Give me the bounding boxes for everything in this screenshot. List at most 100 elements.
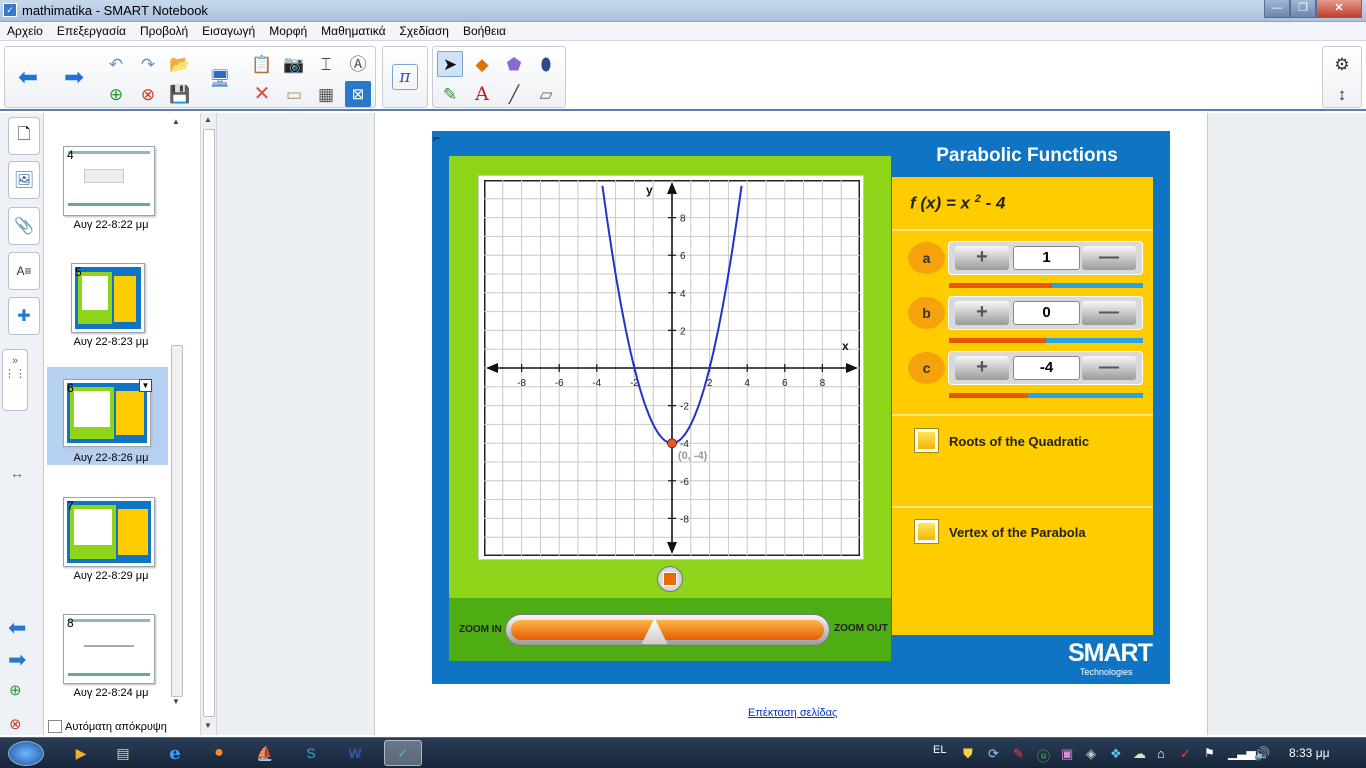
- explorer-icon[interactable]: ▤: [104, 740, 142, 766]
- add-page-icon[interactable]: ⊕: [103, 81, 129, 107]
- roots-checkbox[interactable]: [914, 428, 939, 453]
- forward-arrow-icon[interactable]: ➡: [61, 65, 87, 91]
- screen-icon[interactable]: ▭: [281, 81, 307, 107]
- fill-icon[interactable]: ⬮: [533, 51, 559, 77]
- network-signal-icon[interactable]: ▁▃▅: [1228, 746, 1256, 760]
- slide-5[interactable]: 5 Αυγ 22-8:23 μμ: [47, 263, 175, 365]
- smart-notebook-taskbar-icon[interactable]: ✓: [384, 740, 422, 766]
- line-icon[interactable]: ╱: [501, 81, 527, 107]
- tray-icon-app[interactable]: ▣: [1061, 746, 1073, 762]
- start-button[interactable]: [8, 741, 44, 766]
- volume-icon[interactable]: 🔊: [1254, 746, 1270, 762]
- vertex-checkbox[interactable]: [914, 519, 939, 544]
- menu-insert[interactable]: Εισαγωγή: [202, 24, 255, 38]
- select-cursor-icon[interactable]: ➤: [437, 51, 463, 77]
- menu-draw[interactable]: Σχεδίαση: [400, 24, 449, 38]
- addons-tab[interactable]: ✚: [8, 297, 40, 335]
- param-a-plus-button[interactable]: +: [955, 246, 1009, 270]
- gear-icon[interactable]: ⚙: [1329, 51, 1355, 77]
- page-sorter-tab[interactable]: 🗋: [8, 117, 40, 155]
- scroll-down-icon[interactable]: ▼: [172, 697, 180, 706]
- tray-icon-sync[interactable]: ⟳: [988, 746, 999, 762]
- menu-format[interactable]: Μορφή: [269, 24, 307, 38]
- slide-7[interactable]: 7 Αυγ 22-8:29 μμ: [47, 497, 175, 599]
- slide-menu-dropdown[interactable]: ▼: [139, 379, 152, 392]
- text-icon[interactable]: A: [469, 81, 495, 107]
- screen-capture-icon[interactable]: 📷: [281, 51, 307, 77]
- maximize-button[interactable]: ❐: [1290, 0, 1316, 18]
- param-a-slider[interactable]: [949, 283, 1143, 288]
- param-b-slider[interactable]: [949, 338, 1143, 343]
- param-c-plus-button[interactable]: +: [955, 356, 1009, 380]
- open-folder-icon[interactable]: 📂: [167, 51, 193, 77]
- gallery-tab[interactable]: 🖼: [8, 161, 40, 199]
- undo-icon[interactable]: ↶: [103, 51, 129, 77]
- screen-display-icon[interactable]: 🖥: [207, 65, 233, 91]
- properties-tab[interactable]: A≡: [8, 252, 40, 290]
- grid-toggle-button[interactable]: [657, 566, 683, 592]
- tray-icon-cloud[interactable]: ☁: [1133, 746, 1146, 762]
- param-b-minus-button[interactable]: —: [1082, 301, 1136, 325]
- internet-explorer-icon[interactable]: e: [156, 740, 194, 766]
- app-icon-5[interactable]: ⛵: [246, 740, 284, 766]
- close-button[interactable]: ✕: [1316, 0, 1362, 18]
- action-center-flag-icon[interactable]: ⚑: [1204, 746, 1215, 760]
- attachments-tab[interactable]: 📎: [8, 207, 40, 245]
- move-toolbar-icon[interactable]: ↕: [1329, 81, 1355, 107]
- firefox-icon[interactable]: ●: [200, 740, 238, 766]
- sorter-scroll-thumb[interactable]: [171, 345, 183, 697]
- tray-icon-check[interactable]: ✓: [1180, 746, 1191, 762]
- tray-icon-usb[interactable]: ⌂: [1157, 746, 1165, 761]
- scroll-down-icon[interactable]: ▼: [204, 721, 212, 730]
- fit-page-icon[interactable]: ⊠: [345, 81, 371, 107]
- scroll-up-icon[interactable]: ▲: [204, 115, 212, 124]
- param-b-plus-button[interactable]: +: [955, 301, 1009, 325]
- delete-page-side-icon[interactable]: ⊗: [9, 715, 22, 733]
- resize-arrows-icon[interactable]: ↔: [10, 465, 24, 481]
- redo-icon[interactable]: ↷: [135, 51, 161, 77]
- menu-help[interactable]: Βοήθεια: [463, 24, 506, 38]
- menu-edit[interactable]: Επεξεργασία: [57, 24, 126, 38]
- param-c-slider[interactable]: [949, 393, 1143, 398]
- clock[interactable]: 8:33 μμ: [1289, 746, 1330, 760]
- slide-4[interactable]: 4 Αυγ 22-8:22 μμ: [47, 146, 175, 248]
- eraser-icon[interactable]: ▱: [533, 81, 559, 107]
- language-indicator[interactable]: EL: [933, 744, 946, 756]
- screen-shade-icon[interactable]: ⌶: [313, 51, 339, 77]
- param-a-value[interactable]: 1: [1013, 246, 1080, 270]
- param-c-minus-button[interactable]: —: [1082, 356, 1136, 380]
- menu-math[interactable]: Μαθηματικά: [321, 24, 385, 38]
- word-icon[interactable]: W: [336, 740, 374, 766]
- sorter-scrollbar[interactable]: ▲ ▼: [170, 115, 184, 706]
- tray-icon-shield[interactable]: ⛊: [963, 746, 973, 762]
- back-arrow-icon[interactable]: ⬅: [15, 65, 41, 91]
- previous-page-icon[interactable]: ⬅: [8, 615, 26, 641]
- delete-icon[interactable]: ✕: [249, 81, 275, 107]
- tray-icon-torrent[interactable]: ⓤ: [1037, 746, 1050, 765]
- canvas-scroll-thumb[interactable]: [203, 129, 215, 717]
- scroll-up-icon[interactable]: ▲: [172, 117, 180, 126]
- tray-icon-dropbox[interactable]: ❖: [1110, 746, 1122, 762]
- next-page-icon[interactable]: ➡: [8, 647, 26, 673]
- tray-icon-pdf[interactable]: ✎: [1013, 746, 1024, 762]
- parabola-graph[interactable]: -8 -6 -4 -2 2 4 6 88642-2-4-6-8xy(0, -4): [484, 180, 860, 556]
- add-page-side-icon[interactable]: ⊕: [9, 681, 22, 699]
- pens-icon[interactable]: ✎: [437, 81, 463, 107]
- extend-page-link[interactable]: Επέκταση σελίδας: [748, 707, 837, 719]
- splitter-scrollbar[interactable]: ▲ ▼: [200, 113, 217, 735]
- pi-button[interactable]: π: [392, 64, 418, 90]
- media-center-icon[interactable]: ▶: [62, 740, 100, 766]
- auto-hide-checkbox[interactable]: [48, 720, 62, 733]
- skype-icon[interactable]: S: [292, 740, 330, 766]
- shapes-icon[interactable]: ◆: [469, 51, 495, 77]
- text-recognition-icon[interactable]: Ⓐ: [345, 51, 371, 77]
- param-c-value[interactable]: -4: [1013, 356, 1080, 380]
- expand-tab[interactable]: » ⋮⋮: [2, 349, 28, 411]
- tray-icon-app2[interactable]: ◈: [1086, 746, 1096, 762]
- minimize-button[interactable]: —: [1264, 0, 1290, 18]
- table-icon[interactable]: ▦: [313, 81, 339, 107]
- save-icon[interactable]: 💾: [167, 81, 193, 107]
- slide-8[interactable]: 8 Αυγ 22-8:24 μμ: [47, 614, 175, 716]
- delete-page-icon[interactable]: ⊗: [135, 81, 161, 107]
- zoom-slider[interactable]: [505, 614, 830, 646]
